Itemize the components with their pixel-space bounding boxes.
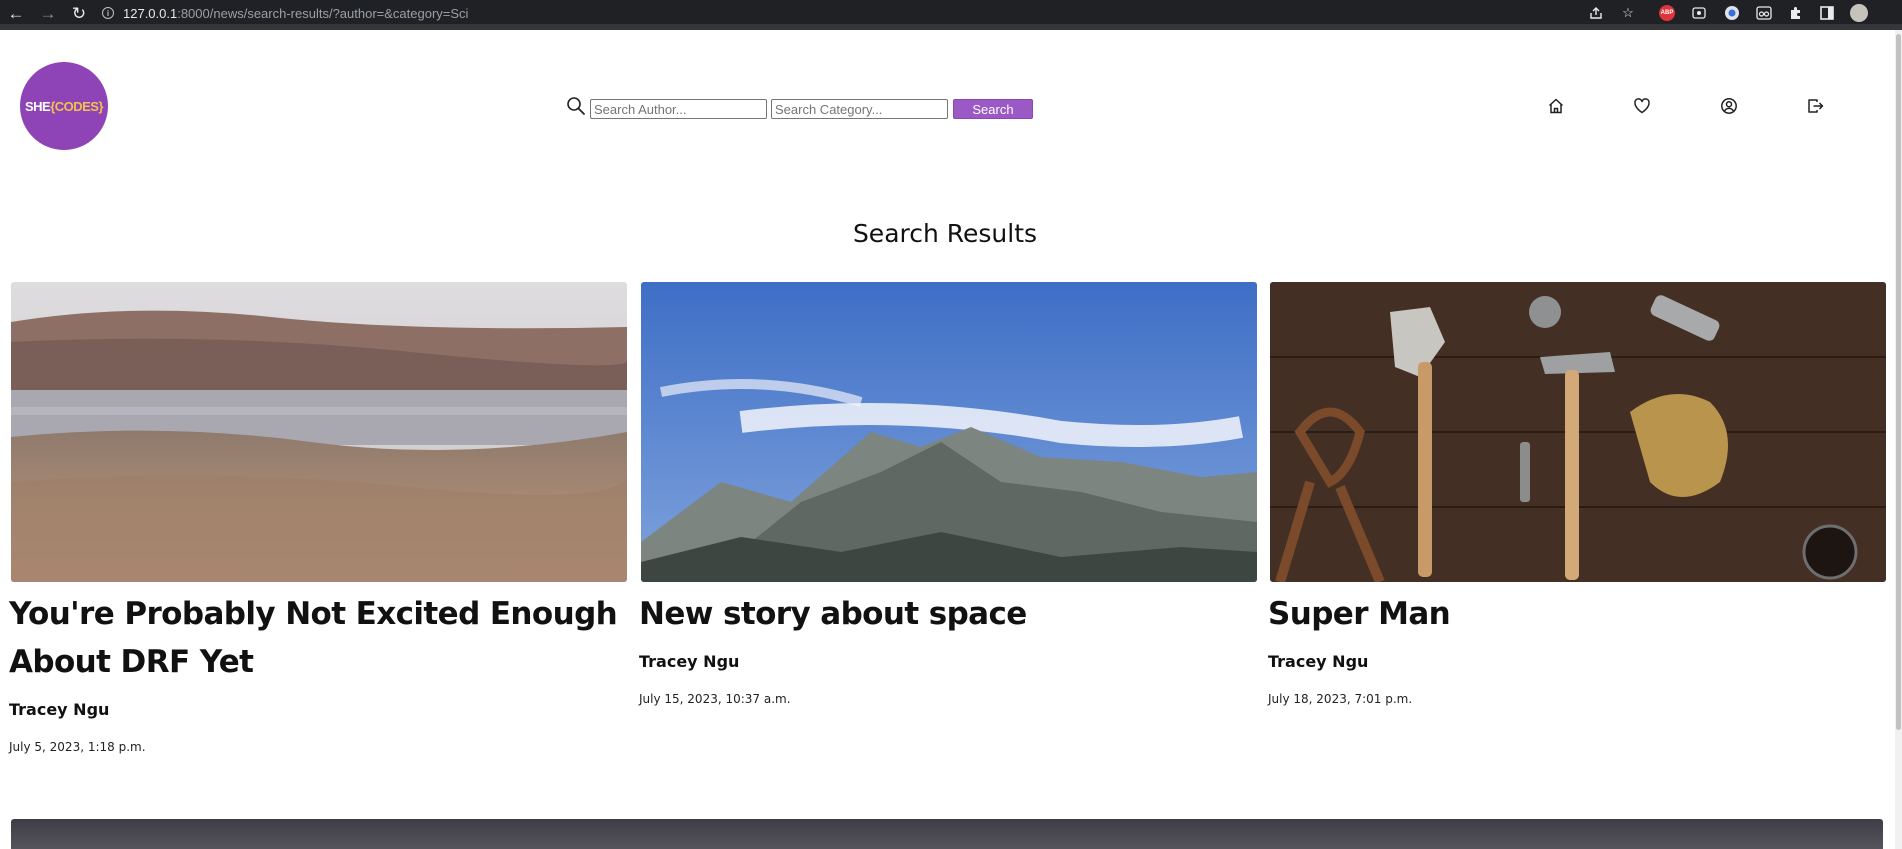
story-title[interactable]: New story about space [639,590,1257,638]
search-icon [566,96,586,116]
story-title[interactable]: You're Probably Not Excited Enough About… [9,590,627,686]
user-icon[interactable] [1719,96,1739,116]
story-date: July 15, 2023, 10:37 a.m. [639,692,791,706]
adblock-label: ABP [1660,10,1674,16]
logout-icon[interactable] [1805,96,1825,116]
heart-icon[interactable] [1632,96,1652,116]
page-title: Search Results [852,219,1038,248]
extension-icon[interactable] [1723,4,1741,22]
search-button[interactable]: Search [953,99,1033,119]
url-path: :8000/news/search-results/?author=&categ… [177,5,469,21]
story-card[interactable]: You're Probably Not Excited Enough About… [9,282,627,754]
story-date: July 5, 2023, 1:18 p.m. [9,740,146,754]
reload-icon[interactable]: ↻ [69,3,89,23]
share-icon[interactable] [1587,4,1605,22]
forward-icon[interactable]: → [38,3,58,23]
story-author: Tracey Ngu [1268,652,1369,671]
logo-text: SHE{CODES} [24,98,104,114]
puzzle-icon[interactable] [1787,4,1805,22]
browser-toolbar: ← → ↻ i 127.0.0.1:8000/news/search-resul… [0,0,1902,30]
logo-text-codes: {CODES} [50,98,104,114]
story-card[interactable]: Super Man Tracey Ngu July 18, 2023, 7:01… [1268,282,1886,706]
sidepanel-icon[interactable] [1818,4,1836,22]
story-card[interactable]: New story about space Tracey Ngu July 15… [639,282,1257,706]
extension-icon[interactable] [1755,4,1773,22]
scrollbar-thumb[interactable] [1896,34,1901,730]
extension-icon[interactable] [1690,4,1708,22]
logo-text-she: SHE [24,98,51,114]
category-search-input[interactable] [771,99,948,119]
back-icon[interactable]: ← [6,3,26,23]
home-icon[interactable] [1546,96,1566,116]
page-scrollbar[interactable] [1895,30,1902,849]
story-title[interactable]: Super Man [1268,590,1886,638]
story-image-partial[interactable] [11,819,1883,849]
story-image-lake[interactable] [11,282,627,582]
story-author: Tracey Ngu [9,700,110,719]
profile-avatar[interactable] [1850,4,1868,22]
story-author: Tracey Ngu [639,652,740,671]
adblock-icon[interactable]: ABP [1659,5,1675,21]
url-host: 127.0.0.1 [123,5,178,21]
story-image-mountain[interactable] [641,282,1257,582]
star-icon[interactable]: ☆ [1619,4,1637,22]
site-info-icon[interactable]: i [102,7,114,19]
site-logo[interactable]: SHE{CODES} [20,62,108,150]
address-bar[interactable]: i 127.0.0.1:8000/news/search-results/?au… [102,3,468,23]
story-date: July 18, 2023, 7:01 p.m. [1268,692,1413,706]
story-image-tools[interactable] [1270,282,1886,582]
search-form: Search [566,96,1033,122]
author-search-input[interactable] [590,99,767,119]
